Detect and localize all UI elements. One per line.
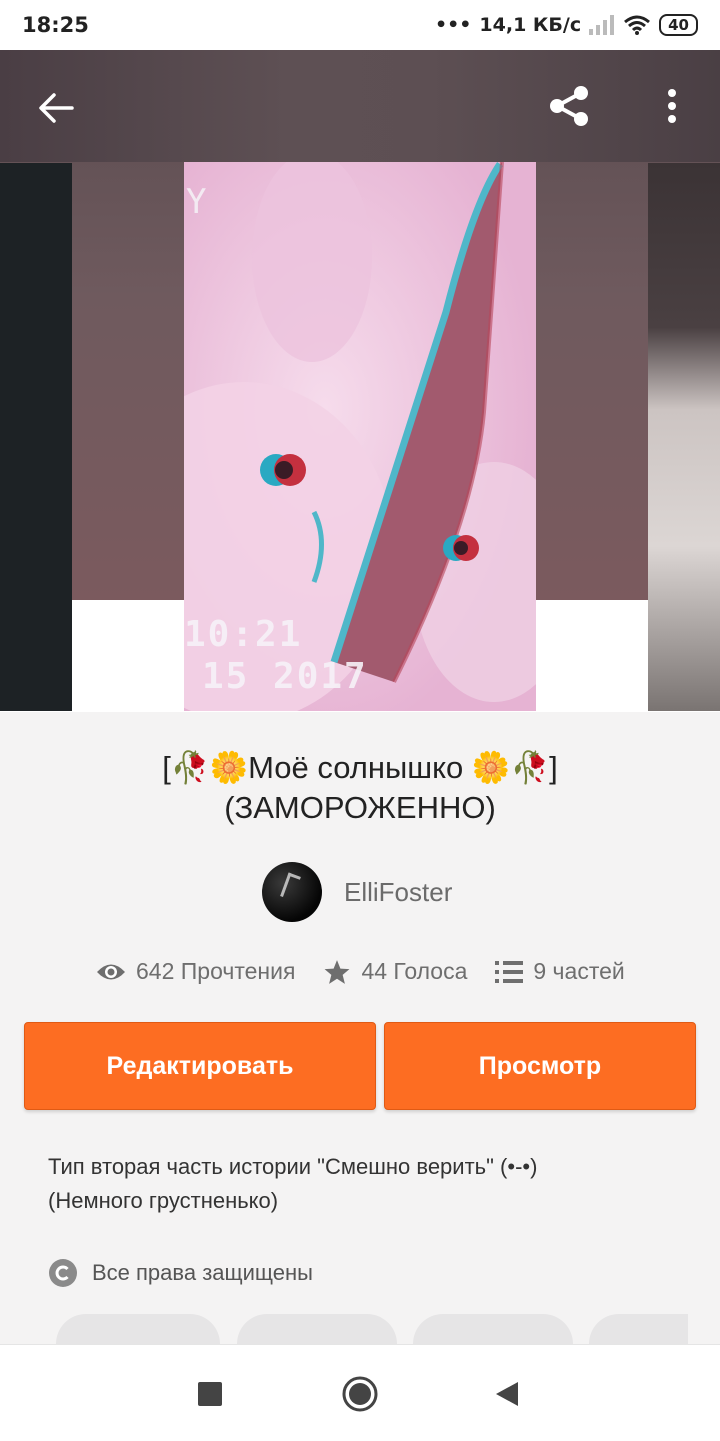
votes-count: 44 Голоса: [361, 958, 468, 984]
description-line1: Тип вторая часть истории "Смешно верить"…: [48, 1154, 538, 1179]
story-title-line1: [🥀🌼Моё солнышко 🌼🥀]: [162, 750, 558, 785]
system-nav-bar: [0, 1344, 720, 1441]
more-dots-icon: •••: [434, 14, 472, 36]
share-button[interactable]: [540, 78, 596, 134]
tag-chip[interactable]: [413, 1314, 573, 1344]
status-time: 18:25: [22, 13, 89, 37]
author-name[interactable]: ElliFoster: [344, 877, 452, 908]
story-title-line2: (ЗАМОРОЖЕННО): [224, 790, 496, 825]
story-stats: 642 Прочтения 44 Голоса 9 частей: [96, 958, 653, 985]
reads-count: 642 Прочтения: [136, 958, 296, 984]
home-icon[interactable]: [341, 1375, 379, 1413]
tag-chip[interactable]: [56, 1314, 220, 1344]
parts-count: 9 частей: [533, 958, 625, 984]
parts-stat[interactable]: 9 частей: [495, 958, 625, 985]
story-description: Тип вторая часть истории "Смешно верить"…: [48, 1150, 668, 1218]
network-speed: 14,1 КБ/с: [479, 14, 582, 36]
tag-chip[interactable]: [237, 1314, 397, 1344]
back-button[interactable]: [30, 82, 82, 134]
copyright-text: Все права защищены: [92, 1260, 313, 1285]
tag-chip[interactable]: [589, 1314, 688, 1344]
status-bar: 18:25 ••• 14,1 КБ/с 40: [0, 0, 720, 50]
status-right: ••• 14,1 КБ/с 40: [435, 14, 698, 36]
battery-icon: 40: [659, 14, 698, 36]
share-icon: [550, 86, 588, 126]
copyright-row: Все права защищены: [48, 1258, 313, 1288]
author-row[interactable]: ElliFoster: [262, 862, 452, 922]
list-icon: [495, 960, 524, 983]
story-cover[interactable]: Y 10:21 15 2017: [184, 162, 536, 711]
copyright-icon: [49, 1259, 77, 1287]
preview-button[interactable]: Просмотр: [384, 1022, 696, 1110]
recents-icon[interactable]: [198, 1382, 222, 1406]
signal-icon: [589, 15, 615, 35]
votes-stat: 44 Голоса: [323, 958, 467, 985]
toolbar-band: [0, 50, 720, 162]
tags-row: [56, 1314, 688, 1344]
arrow-left-icon: [39, 93, 74, 123]
cover-overlay-letter: Y: [186, 182, 207, 222]
wifi-icon: [624, 15, 651, 35]
eye-icon: [97, 964, 125, 979]
star-icon: [325, 959, 350, 984]
edit-button[interactable]: Редактировать: [24, 1022, 376, 1110]
cover-overlay-date: 15 2017: [202, 656, 368, 697]
more-vertical-icon: [668, 89, 676, 123]
avatar[interactable]: [262, 862, 322, 922]
more-button[interactable]: [652, 80, 692, 132]
next-cover[interactable]: [648, 163, 720, 711]
previous-cover[interactable]: [0, 163, 72, 711]
reads-stat: 642 Прочтения: [96, 958, 295, 985]
cover-overlay-time: 10:21: [184, 614, 303, 655]
story-title: [🥀🌼Моё солнышко 🌼🥀] (ЗАМОРОЖЕННО): [0, 748, 720, 828]
description-line2: (Немного грустненько): [48, 1188, 279, 1213]
back-nav-icon[interactable]: [494, 1380, 520, 1408]
